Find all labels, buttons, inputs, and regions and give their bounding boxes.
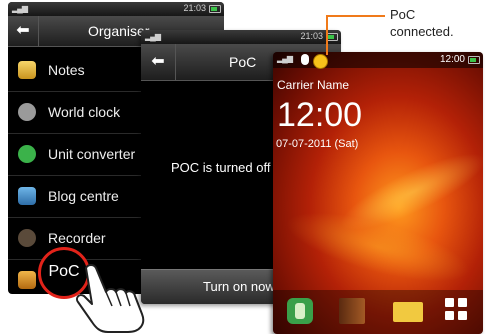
list-item-label: World clock	[48, 104, 121, 120]
status-bar: ▂▄▆ 21:03	[141, 30, 341, 44]
status-bar: ▂▄▆ 21:03	[8, 2, 224, 16]
recorder-icon	[18, 229, 36, 247]
callout: PoC connected.	[390, 6, 454, 40]
back-arrow-icon: ⬅	[151, 53, 165, 70]
turn-on-button-label: Turn on now	[203, 279, 275, 294]
signal-icon: ▂▄▆	[145, 32, 161, 41]
callout-line	[327, 15, 385, 17]
list-item-label: Notes	[48, 62, 85, 78]
page-title: PoC	[229, 54, 257, 70]
poc-connected-icon	[313, 54, 328, 69]
status-time: 12:00	[439, 54, 465, 65]
unit-converter-icon	[18, 145, 36, 163]
clock: 12:00	[277, 96, 363, 134]
signal-icon: ▂▄▆	[277, 54, 293, 63]
list-item-label: Unit converter	[48, 146, 136, 162]
contacts-icon[interactable]	[339, 298, 365, 324]
callout-line-2: connected.	[390, 24, 454, 39]
carrier-name: Carrier Name	[277, 78, 350, 92]
dock	[273, 290, 483, 334]
list-item-label: Recorder	[48, 230, 106, 246]
notes-icon	[18, 61, 36, 79]
battery-icon	[468, 56, 480, 64]
messages-icon[interactable]	[393, 302, 423, 322]
callout-line-1: PoC	[390, 7, 416, 22]
blog-centre-icon	[18, 187, 36, 205]
callout-line	[326, 15, 328, 55]
home-screen: ▂▄▆ 12:00 Carrier Name 12:00 07-07-2011 …	[273, 52, 483, 334]
bluetooth-icon	[301, 54, 309, 65]
signal-icon: ▂▄▆	[12, 4, 28, 13]
status-time: 21:03	[300, 31, 323, 41]
list-item-label: Blog centre	[48, 188, 119, 204]
status-message: POC is turned off	[171, 160, 271, 175]
date: 07-07-2011 (Sat)	[276, 138, 359, 150]
world-clock-icon	[18, 103, 36, 121]
menu-grid-icon[interactable]	[445, 298, 469, 322]
back-button[interactable]: ⬅	[141, 44, 176, 80]
poc-icon	[18, 271, 36, 289]
battery-icon	[209, 5, 221, 13]
status-time: 21:03	[183, 3, 206, 13]
phone-icon[interactable]	[287, 298, 313, 324]
status-bar: ▂▄▆ 12:00	[273, 52, 483, 69]
back-button[interactable]: ⬅	[8, 16, 39, 46]
back-arrow-icon: ⬅	[16, 22, 30, 39]
